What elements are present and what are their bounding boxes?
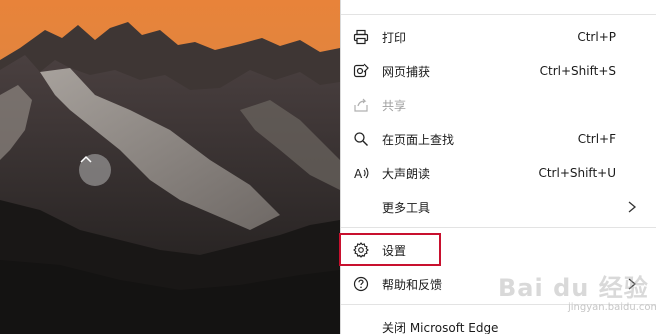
menu-item-label: 在页面上查找 <box>382 132 455 147</box>
scroll-to-top-button[interactable] <box>79 154 111 186</box>
web-capture-icon <box>353 63 369 79</box>
menu-item-label: 更多工具 <box>382 200 431 215</box>
settings-highlight-box <box>339 233 441 266</box>
svg-text:A: A <box>354 167 363 181</box>
menu-item-label: 打印 <box>382 30 407 45</box>
menu-item-read-aloud[interactable]: A 大声朗读 Ctrl+Shift+U <box>341 158 656 188</box>
menu-item-close-edge[interactable]: 关闭 Microsoft Edge <box>341 312 656 334</box>
menu-item-shortcut: Ctrl+F <box>577 132 616 146</box>
menu-item-label: 大声朗读 <box>382 166 431 181</box>
menu-item-more-tools[interactable]: 更多工具 <box>341 192 656 222</box>
chevron-up-icon <box>80 155 92 163</box>
baidu-watermark: Bai du 经验 <box>498 274 649 302</box>
menu-divider <box>341 14 656 15</box>
menu-item-label: 关闭 Microsoft Edge <box>382 320 499 334</box>
screen: 打印 Ctrl+P 网页捕获 Ctrl+Shift+S 共享 在页面上查找 Ct… <box>0 0 656 334</box>
chevron-right-icon <box>626 199 638 215</box>
menu-item-label: 网页捕获 <box>382 64 431 79</box>
help-icon <box>353 276 369 292</box>
menu-item-shortcut: Ctrl+P <box>577 30 616 44</box>
share-icon <box>353 97 369 113</box>
baidu-watermark-url: jingyan.baidu.com <box>568 302 656 313</box>
mountain-image <box>0 0 340 334</box>
menu-item-share: 共享 <box>341 90 656 120</box>
printer-icon <box>353 29 369 45</box>
find-on-page-icon <box>353 131 369 147</box>
menu-divider <box>341 227 656 228</box>
menu-item-web-capture[interactable]: 网页捕获 Ctrl+Shift+S <box>341 56 656 86</box>
menu-item-shortcut: Ctrl+Shift+U <box>538 166 616 180</box>
read-aloud-icon: A <box>353 165 369 181</box>
menu-item-find-on-page[interactable]: 在页面上查找 Ctrl+F <box>341 124 656 154</box>
menu-item-print[interactable]: 打印 Ctrl+P <box>341 22 656 52</box>
menu-item-label: 共享 <box>382 98 407 113</box>
menu-item-shortcut: Ctrl+Shift+S <box>539 64 616 78</box>
menu-item-label: 帮助和反馈 <box>382 277 443 292</box>
background-photo <box>0 0 340 334</box>
